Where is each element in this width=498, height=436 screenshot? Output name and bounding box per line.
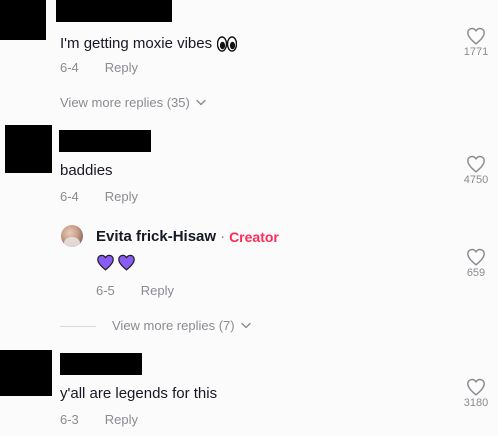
reply-author-name[interactable]: Evita frick-Hisaw — [96, 228, 216, 245]
reply-button[interactable]: Reply — [141, 283, 174, 298]
comment-text: baddies — [60, 162, 113, 179]
like-button[interactable]: 659 — [456, 248, 496, 279]
replies-divider — [60, 326, 96, 327]
chevron-down-icon — [196, 99, 206, 106]
redacted-username[interactable] — [60, 353, 142, 375]
like-count: 3180 — [463, 397, 489, 409]
view-more-label: View more replies (35) — [60, 95, 190, 110]
comment-meta: 6-4 Reply — [60, 189, 138, 204]
eyes-emoji-icon — [217, 35, 238, 52]
reply-button[interactable]: Reply — [105, 60, 138, 75]
comment-meta: 6-4 Reply — [60, 60, 138, 75]
like-count: 1771 — [463, 46, 489, 58]
chevron-down-icon — [240, 322, 251, 329]
reply-button[interactable]: Reply — [105, 189, 138, 204]
reply-date: 6-5 — [96, 283, 115, 298]
like-button[interactable]: 1771 — [456, 27, 496, 58]
like-count: 4750 — [463, 174, 489, 186]
redacted-username[interactable] — [59, 130, 151, 152]
author-separator: · — [220, 228, 226, 245]
reply-content — [96, 254, 136, 271]
redacted-username[interactable] — [56, 0, 172, 22]
view-more-label: View more replies (7) — [112, 318, 235, 333]
comment-date: 6-4 — [60, 189, 79, 204]
creator-badge: Creator — [229, 228, 279, 245]
comment-meta: 6-3 Reply — [60, 412, 138, 427]
view-more-replies[interactable]: View more replies (7) — [112, 318, 251, 333]
like-button[interactable]: 3180 — [456, 378, 496, 409]
redacted-avatar[interactable] — [5, 125, 52, 173]
heart-outline-icon — [467, 27, 485, 45]
purple-heart-emoji-icon — [97, 254, 114, 271]
creator-avatar[interactable] — [61, 225, 83, 247]
heart-outline-icon — [467, 248, 485, 266]
reply-button[interactable]: Reply — [105, 412, 138, 427]
redacted-avatar[interactable] — [0, 350, 52, 396]
comment-date: 6-4 — [60, 60, 79, 75]
heart-outline-icon — [467, 378, 485, 396]
heart-outline-icon — [467, 155, 485, 173]
comment-text-content: I'm getting moxie vibes — [60, 35, 213, 52]
comment-text: y'all are legends for this — [60, 385, 218, 402]
reply-meta: 6-5 Reply — [96, 283, 174, 298]
redacted-avatar[interactable] — [0, 0, 46, 40]
reply-author-line: Evita frick-Hisaw · Creator — [96, 228, 279, 245]
comment-text: I'm getting moxie vibes — [60, 35, 238, 52]
view-more-replies[interactable]: View more replies (35) — [60, 95, 206, 110]
like-count: 659 — [466, 267, 486, 279]
comment-date: 6-3 — [60, 412, 79, 427]
like-button[interactable]: 4750 — [456, 155, 496, 186]
purple-heart-emoji-icon — [118, 254, 135, 271]
